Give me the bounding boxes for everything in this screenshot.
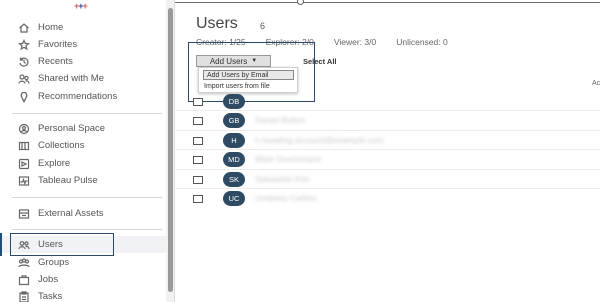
avatar: DB (223, 94, 245, 109)
sidebar-item-label: Collections (38, 140, 85, 151)
star-icon (18, 38, 30, 51)
sidebar: +++ Home Favorites Recents Shared with M… (0, 0, 166, 302)
sidebar-item-label: Favorites (38, 39, 78, 50)
sidebar-item-label: Explore (38, 158, 71, 169)
sidebar-item-label: Shared with Me (38, 73, 105, 84)
history-icon (18, 56, 30, 68)
user-count: 6 (260, 21, 266, 31)
row-checkbox[interactable] (193, 137, 203, 145)
stat-viewer: Viewer: 3/0 (333, 37, 377, 47)
sidebar-item-label: Jobs (38, 274, 59, 285)
sidebar-divider (12, 197, 162, 198)
sidebar-divider (12, 113, 162, 114)
shared-icon (18, 73, 30, 85)
page-title: Users (196, 15, 238, 32)
sidebar-item-favorites[interactable]: Favorites (0, 36, 166, 53)
sidebar-item-label: Tableau Pulse (38, 175, 98, 186)
row-checkbox[interactable] (193, 156, 203, 164)
pulse-icon (18, 175, 30, 187)
user-name[interactable]: Umberto Carlino (255, 193, 317, 203)
main-content: Users 6 Creator: 1/25 Explorer: 2/0 View… (176, 0, 600, 302)
groups-icon (18, 257, 30, 269)
sidebar-item-label: Recommendations (38, 91, 118, 102)
explore-icon (18, 158, 30, 170)
scrollbar-thumb[interactable] (168, 8, 173, 292)
row-divider (176, 169, 600, 170)
avatar: H (223, 133, 245, 148)
sidebar-item-shared-with-me[interactable]: Shared with Me (0, 70, 166, 87)
sidebar-item-jobs[interactable]: Jobs (0, 271, 166, 288)
user-name[interactable]: Sebastian Kim (255, 174, 310, 184)
sidebar-item-label: Groups (38, 257, 70, 268)
sidebar-item-label: Home (38, 22, 64, 33)
jobs-icon (18, 274, 30, 286)
user-name[interactable]: Daniel Bolton (255, 115, 306, 125)
table-row[interactable]: UC Umberto Carlino (176, 190, 600, 210)
tasks-icon (18, 290, 30, 302)
table-row[interactable]: GB Daniel Bolton (176, 112, 600, 132)
sidebar-item-label: External Assets (38, 208, 104, 219)
sidebar-item-personal-space[interactable]: Personal Space (0, 120, 166, 137)
sidebar-item-recommendations[interactable]: Recommendations (0, 88, 166, 105)
active-indicator (0, 233, 2, 256)
sidebar-item-explore[interactable]: Explore (0, 155, 166, 172)
row-checkbox[interactable] (193, 176, 203, 184)
sidebar-item-home[interactable]: Home (0, 19, 166, 36)
row-checkbox[interactable] (193, 117, 203, 125)
sidebar-item-tasks[interactable]: Tasks (0, 288, 166, 302)
row-divider (176, 130, 600, 131)
sidebar-item-groups[interactable]: Groups (0, 254, 166, 271)
row-divider (176, 188, 600, 189)
row-divider (176, 149, 600, 150)
stat-unlicensed: Unlicensed: 0 (396, 37, 448, 47)
sidebar-item-tableau-pulse[interactable]: Tableau Pulse (0, 172, 166, 189)
sidebar-scrollbar[interactable] (166, 0, 175, 302)
sidebar-item-label: Personal Space (38, 123, 106, 134)
user-name[interactable]: h.heading.account@example.com (255, 135, 384, 145)
row-checkbox[interactable] (193, 195, 203, 203)
personal-space-icon (18, 123, 30, 135)
external-assets-icon (18, 208, 30, 220)
sidebar-item-label: Recents (38, 56, 73, 67)
avatar: MD (223, 152, 245, 167)
sidebar-item-collections[interactable]: Collections (0, 137, 166, 154)
home-icon (18, 22, 30, 34)
column-header[interactable]: Ac (592, 80, 600, 87)
collections-icon (18, 140, 30, 152)
highlight-box (10, 233, 114, 256)
row-divider (176, 110, 600, 111)
sidebar-item-label: Tasks (38, 291, 63, 302)
tableau-logo[interactable]: +++ (74, 1, 88, 11)
sidebar-item-recents[interactable]: Recents (0, 53, 166, 70)
sidebar-divider (12, 229, 162, 230)
user-name[interactable]: Mark Deschmann (255, 154, 322, 164)
lightbulb-icon (18, 91, 30, 103)
table-row[interactable]: MD Mark Deschmann (176, 151, 600, 171)
avatar: GB (223, 113, 245, 128)
avatar: SK (223, 172, 245, 187)
avatar: UC (223, 191, 245, 206)
row-checkbox[interactable] (193, 98, 203, 106)
sidebar-item-external-assets[interactable]: External Assets (0, 205, 166, 222)
